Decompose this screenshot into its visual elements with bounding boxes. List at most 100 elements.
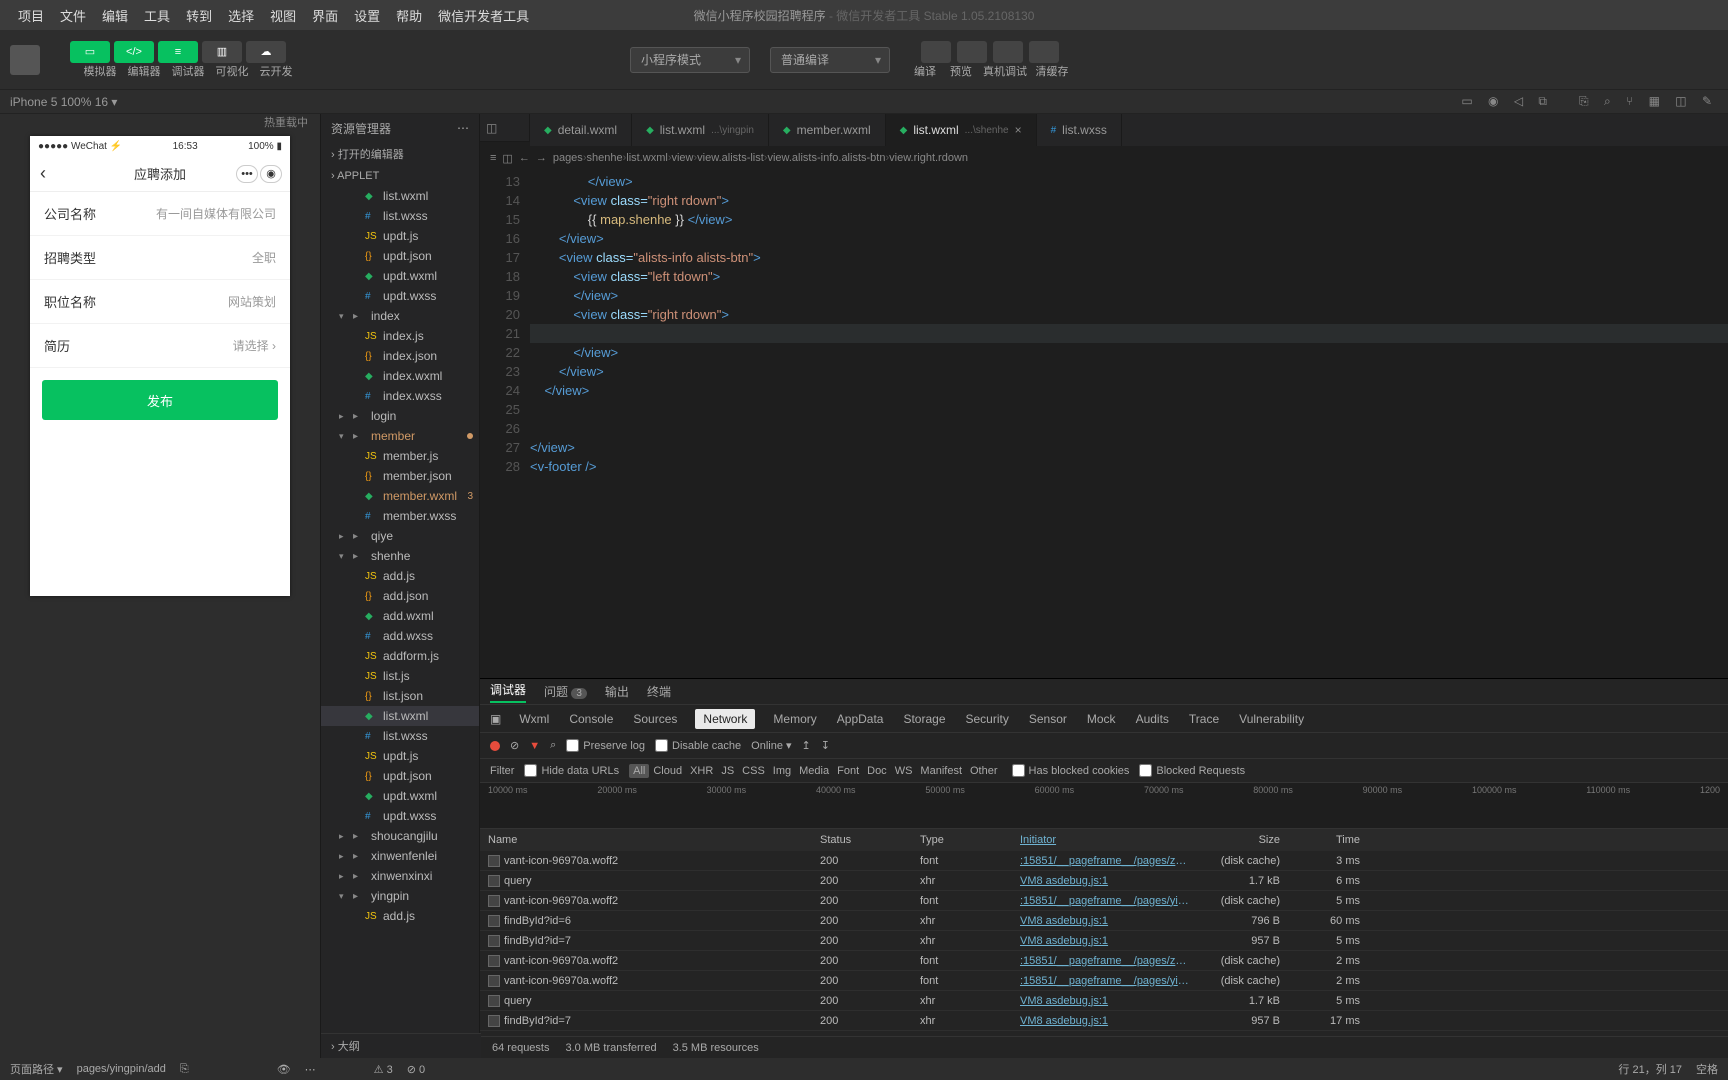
visual-toggle[interactable]: ▥	[202, 41, 242, 63]
network-row[interactable]: vant-icon-96970a.woff2200font:15851/__pa…	[480, 851, 1728, 871]
file-item[interactable]: ◆index.wxml	[321, 366, 479, 386]
file-item[interactable]: #index.wxss	[321, 386, 479, 406]
file-item[interactable]: JSupdt.js	[321, 226, 479, 246]
devtools-panel-tab[interactable]: Security	[964, 712, 1011, 726]
devtools-panel-tab[interactable]: Trace	[1187, 712, 1221, 726]
rotate-icon[interactable]: ▭	[1461, 94, 1472, 108]
back-icon[interactable]: ◁	[1514, 94, 1523, 108]
menu-item[interactable]: 视图	[262, 9, 304, 24]
remote-debug-icon[interactable]	[993, 41, 1023, 63]
editor-tab[interactable]: ◆list.wxml...\yingpin	[632, 114, 769, 146]
file-item[interactable]: {}list.json	[321, 686, 479, 706]
breadcrumb-item[interactable]: pages	[553, 152, 583, 164]
editor-toggle[interactable]: </>	[114, 41, 154, 63]
form-row[interactable]: 职位名称网站策划	[30, 280, 290, 324]
devtools-tab[interactable]: 问题 3	[544, 683, 587, 700]
home-icon[interactable]: ◉	[1488, 94, 1498, 108]
file-item[interactable]: {}add.json	[321, 586, 479, 606]
filter-pill[interactable]: JS	[717, 764, 738, 778]
devtools-panel-tab[interactable]: Audits	[1134, 712, 1171, 726]
search-icon[interactable]: ⌕	[550, 739, 556, 752]
disable-cache-checkbox[interactable]: Disable cache	[655, 739, 741, 752]
folder-item[interactable]: ▾▸yingpin	[321, 886, 479, 906]
folder-item[interactable]: ▾▸shenhe	[321, 546, 479, 566]
devtools-panel-tab[interactable]: Network	[695, 709, 755, 729]
throttle-dropdown[interactable]: Online ▾	[751, 739, 791, 752]
file-item[interactable]: JSadd.js	[321, 566, 479, 586]
avatar[interactable]	[10, 45, 40, 75]
breadcrumb-item[interactable]: list.wxml	[626, 152, 668, 164]
file-item[interactable]: {}index.json	[321, 346, 479, 366]
record-icon[interactable]	[490, 741, 500, 751]
clear-cache-icon[interactable]	[1029, 41, 1059, 63]
folder-item[interactable]: ▸▸xinwenxinxi	[321, 866, 479, 886]
bookmark-icon[interactable]: ◫	[502, 152, 512, 165]
compile-icon[interactable]	[921, 41, 951, 63]
breadcrumb-item[interactable]: view	[671, 152, 693, 164]
publish-button[interactable]: 发布	[42, 380, 278, 420]
ext-icon[interactable]: ▦	[1649, 94, 1660, 108]
file-item[interactable]: JSupdt.js	[321, 746, 479, 766]
file-item[interactable]: #add.wxss	[321, 626, 479, 646]
preview-icon[interactable]	[957, 41, 987, 63]
back-icon[interactable]: ‹	[40, 163, 46, 184]
column-header[interactable]: Type	[920, 834, 1020, 846]
filter-pill[interactable]: Img	[769, 764, 795, 778]
network-row[interactable]: vant-icon-96970a.woff2200font:15851/__pa…	[480, 951, 1728, 971]
devtools-panel-tab[interactable]: Memory	[771, 712, 818, 726]
file-item[interactable]: JSlist.js	[321, 666, 479, 686]
menu-item[interactable]: 文件	[52, 9, 94, 24]
filter-pill[interactable]: Doc	[863, 764, 891, 778]
devtools-panel-tab[interactable]: AppData	[835, 712, 886, 726]
network-row[interactable]: findById?id=7200xhrVM8 asdebug.js:1957 B…	[480, 1011, 1728, 1031]
collapse-icon[interactable]: ≡	[490, 152, 496, 164]
file-item[interactable]: #member.wxss	[321, 506, 479, 526]
more-icon[interactable]: ⋯	[305, 1063, 316, 1076]
column-header[interactable]: Size	[1190, 834, 1290, 846]
breadcrumb[interactable]: ≡ ◫ ← → pages›shenhe›list.wxml›view›view…	[480, 146, 1728, 170]
editor-tab[interactable]: ◆detail.wxml	[530, 114, 632, 146]
form-row[interactable]: 招聘类型全职	[30, 236, 290, 280]
breadcrumb-item[interactable]: view.right.rdown	[889, 152, 968, 164]
column-header[interactable]: Status	[820, 834, 920, 846]
code-editor[interactable]: 13141516171819202122232425262728 </view>…	[480, 170, 1728, 678]
filter-pill[interactable]: Other	[966, 764, 1002, 778]
page-path-label[interactable]: 页面路径 ▾	[10, 1061, 63, 1077]
simulator-toggle[interactable]: ▭	[70, 41, 110, 63]
editor-tab[interactable]: ◆member.wxml	[769, 114, 886, 146]
nav-fwd-icon[interactable]: →	[536, 152, 547, 164]
files-icon[interactable]: ⎘	[1579, 94, 1589, 108]
preserve-log-checkbox[interactable]: Preserve log	[566, 739, 645, 752]
breadcrumb-item[interactable]: shenhe	[586, 152, 622, 164]
filter-pill[interactable]: Manifest	[916, 764, 966, 778]
split-icon[interactable]: ◫	[486, 121, 497, 135]
filter-pill[interactable]: Media	[795, 764, 833, 778]
phone-simulator[interactable]: ●●●●● WeChat ⚡ 16:53 100% ▮ ‹ 应聘添加 ••• ◉…	[30, 136, 290, 596]
file-item[interactable]: ◆add.wxml	[321, 606, 479, 626]
network-table[interactable]: NameStatusTypeInitiatorSizeTime vant-ico…	[480, 829, 1728, 1036]
devtools-tab[interactable]: 输出	[605, 683, 629, 700]
network-row[interactable]: findById?id=7200xhrVM8 asdebug.js:1957 B…	[480, 931, 1728, 951]
indent-mode[interactable]: 空格	[1696, 1061, 1718, 1077]
cursor-position[interactable]: 行 21，列 17	[1618, 1061, 1682, 1077]
copy-icon[interactable]: ⎘	[180, 1063, 189, 1076]
inspect-icon[interactable]: ▣	[490, 712, 501, 726]
file-item[interactable]: {}member.json	[321, 466, 479, 486]
file-item[interactable]: #updt.wxss	[321, 286, 479, 306]
devtools-panel-tab[interactable]: Storage	[901, 712, 947, 726]
folder-item[interactable]: ▸▸shoucangjilu	[321, 826, 479, 846]
detach-icon[interactable]: ⧉	[1538, 94, 1547, 108]
blocked-requests-checkbox[interactable]: Blocked Requests	[1139, 764, 1245, 777]
blocked-cookies-checkbox[interactable]: Has blocked cookies	[1012, 764, 1130, 777]
menu-item[interactable]: 转到	[178, 9, 220, 24]
devtools-panel-tab[interactable]: Sensor	[1027, 712, 1069, 726]
more-icon[interactable]: ⋯	[457, 121, 469, 135]
menu-icon[interactable]: •••	[236, 165, 258, 183]
breadcrumb-item[interactable]: view.alists-info.alists-btn	[767, 152, 885, 164]
file-item[interactable]: #list.wxss	[321, 206, 479, 226]
close-icon[interactable]: ×	[1015, 123, 1022, 137]
form-row[interactable]: 公司名称有一间自媒体有限公司	[30, 192, 290, 236]
file-item[interactable]: ◆updt.wxml	[321, 266, 479, 286]
network-row[interactable]: query200xhrVM8 asdebug.js:11.7 kB5 ms	[480, 991, 1728, 1011]
compile-dropdown[interactable]: 普通编译	[770, 47, 890, 73]
